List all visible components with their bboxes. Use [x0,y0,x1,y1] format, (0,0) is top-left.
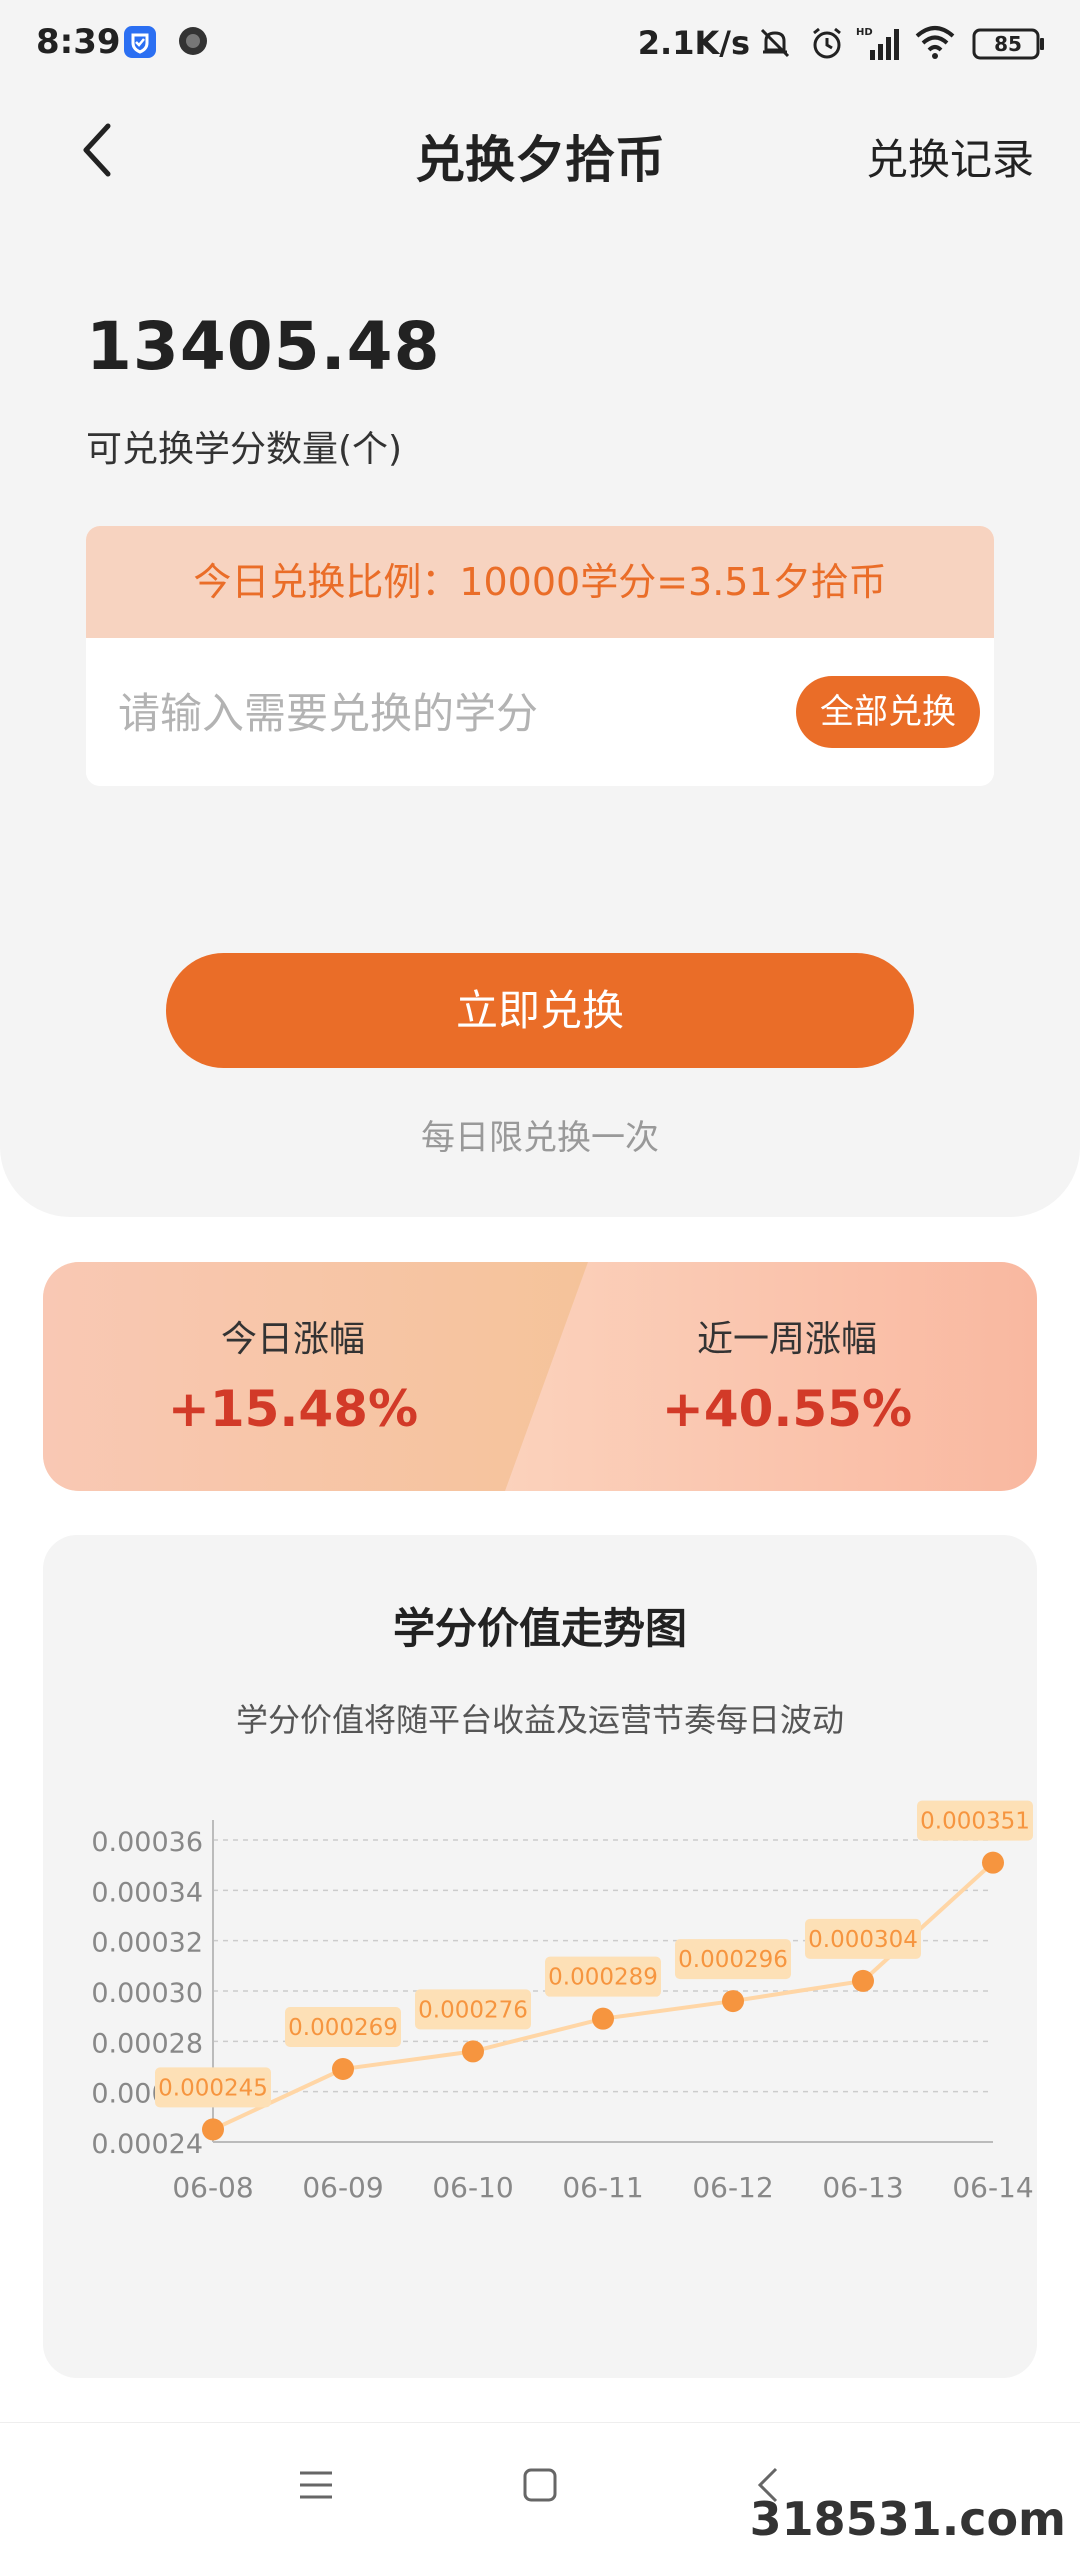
x-tick-label: 06-11 [562,2171,643,2204]
chart-subtitle: 学分价值将随平台收益及运营节奏每日波动 [235,1701,844,1739]
y-tick-label: 0.00028 [91,2028,203,2059]
y-tick-label: 0.00036 [91,1827,203,1858]
daily-limit-note: 每日限兑换一次 [421,1118,659,1158]
mute-bell-icon [756,24,794,66]
home-square-icon[interactable] [522,2467,558,2507]
exchange-record-link[interactable]: 兑换记录 [866,126,1034,187]
y-tick-label: 0.00034 [91,1877,203,1908]
input-row: 全部兑换 [86,638,994,786]
x-tick-label: 06-12 [692,2171,773,2204]
chart-title: 学分价值走势图 [392,1604,687,1653]
rise-card: 今日涨幅 +15.48% 近一周涨幅 +40.55% [43,1262,1037,1491]
network-speed: 2.1K/s [637,24,750,62]
x-tick-label: 06-14 [952,2171,1033,2204]
data-point [462,2040,484,2063]
trend-chart-card: 学分价值走势图 学分价值将随平台收益及运营节奏每日波动 0.00024 0.000… [43,1535,1037,2378]
x-tick-label: 06-09 [302,2171,383,2204]
exchange-now-button[interactable]: 立即兑换 [166,953,914,1068]
data-point [592,2007,614,2030]
exchange-rate-banner: 今日兑换比例：10000学分=3.51夕拾币 [86,526,994,638]
status-time: 8:39 [36,22,121,62]
data-label: 0.000245 [158,2075,268,2101]
shield-app-icon [122,24,158,64]
data-label: 0.000296 [678,1947,788,1973]
today-rise-value: +15.48% [167,1380,419,1438]
data-point [202,2118,224,2141]
y-tick-label: 0.00030 [91,1978,203,2009]
data-point [982,1851,1004,1874]
alarm-icon [808,24,846,66]
watermark: 318531.com [749,2492,1066,2546]
y-tick-label: 0.00032 [91,1928,203,1959]
data-label: 0.000276 [418,1997,528,2023]
data-point [332,2058,354,2081]
data-label: 0.000289 [548,1965,658,1991]
data-point [722,1990,744,2013]
data-point [852,1969,874,1992]
x-tick-label: 06-08 [172,2171,253,2204]
wifi-icon [914,24,956,64]
svg-text:HD: HD [856,27,873,38]
balance-value: 13405.48 [86,308,441,385]
data-label: 0.000304 [808,1927,918,1953]
week-rise-value: +40.55% [661,1380,913,1438]
menu-icon[interactable] [298,2469,334,2505]
x-tick-label: 06-10 [432,2171,513,2204]
x-tick-label: 06-13 [822,2171,903,2204]
credit-amount-input[interactable] [116,672,760,754]
data-label: 0.000269 [288,2015,398,2041]
trend-line-chart: 0.000240.000260.000280.000300.000320.000… [91,1800,1034,2204]
battery-level: 85 [994,32,1022,56]
rise-card-background [43,1262,1037,1491]
balance-label: 可兑换学分数量(个) [86,429,403,470]
status-bar: 8:39 2.1K/s HD 85 [0,0,1080,92]
hd-signal-icon: HD [856,24,900,66]
data-label: 0.000351 [920,1809,1030,1835]
exchange-all-button[interactable]: 全部兑换 [796,676,980,748]
exchange-form: 今日兑换比例：10000学分=3.51夕拾币 全部兑换 [86,526,994,786]
y-tick-label: 0.00024 [91,2129,203,2160]
week-rise-label: 近一周涨幅 [696,1319,877,1360]
circle-app-icon [176,24,210,62]
today-rise-label: 今日涨幅 [220,1319,365,1360]
